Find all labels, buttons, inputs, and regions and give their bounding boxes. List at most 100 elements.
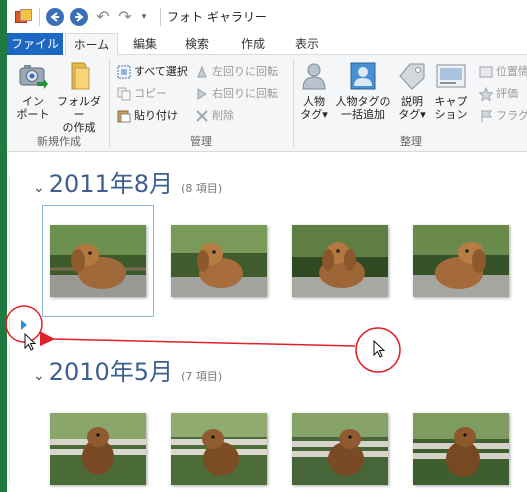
photo-thumbnail[interactable] bbox=[171, 413, 267, 485]
desc-tag-label-2: タグ▾ bbox=[398, 108, 426, 121]
window-title: フォト ギャラリー bbox=[167, 10, 267, 24]
tab-create[interactable]: 作成 bbox=[231, 33, 275, 55]
copy-label: コピー bbox=[134, 87, 167, 100]
group-title: 2011年8月 bbox=[48, 170, 174, 198]
people-tag-label-2: タグ▾ bbox=[300, 108, 328, 121]
dog-photo-image bbox=[50, 413, 146, 485]
batch-people-tag-button[interactable]: 人物タグの 一括追加 bbox=[335, 60, 391, 121]
import-label-2: ポート bbox=[16, 108, 50, 121]
group-label-new: 新規作成 bbox=[37, 135, 81, 148]
descriptive-tag-button[interactable]: 説明 タグ▾ bbox=[395, 60, 429, 121]
dog-photo-image bbox=[171, 413, 267, 485]
group-title: 2010年5月 bbox=[48, 358, 174, 386]
folder-icon bbox=[63, 60, 95, 92]
ribbon-tabs: ファイル ホーム 編集 検索 作成 表示 bbox=[7, 33, 527, 56]
select-all-icon bbox=[117, 65, 131, 79]
select-all-button[interactable]: すべて選択 bbox=[117, 63, 188, 81]
undo-icon[interactable]: ↶ bbox=[94, 7, 112, 26]
photo-thumbnail[interactable] bbox=[50, 413, 146, 485]
dog-photo-image bbox=[292, 225, 388, 297]
people-batch-icon bbox=[347, 60, 379, 92]
photo-thumbnail[interactable] bbox=[171, 225, 267, 297]
rotate-left-label: 左回りに回転 bbox=[212, 65, 278, 78]
rating-label: 評価 bbox=[496, 87, 518, 100]
title-separator-2 bbox=[160, 7, 161, 26]
redo-icon[interactable]: ↷ bbox=[116, 7, 134, 26]
import-button[interactable]: イン ポート bbox=[13, 60, 53, 121]
photo-gallery-app-icon bbox=[15, 8, 33, 25]
group-label-organize: 整理 bbox=[400, 135, 422, 148]
new-folder-button[interactable]: フォルダー の作成 bbox=[55, 60, 103, 134]
dog-photo-image bbox=[50, 225, 146, 297]
group-separator bbox=[293, 59, 294, 147]
dog-photo-image bbox=[413, 225, 509, 297]
dog-photo-image bbox=[171, 225, 267, 297]
rotate-left-button[interactable]: 左回りに回転 bbox=[195, 63, 278, 81]
rotate-left-icon bbox=[195, 65, 209, 79]
forward-arrow-icon[interactable] bbox=[70, 7, 88, 26]
people-tag-label-1: 人物 bbox=[303, 95, 325, 108]
paste-label: 貼り付け bbox=[134, 109, 178, 122]
title-bar: ↶ ↷ ▾ フォト ギャラリー bbox=[7, 0, 527, 33]
group-header-2011-08[interactable]: ⌄ 2011年8月 (8 項目) bbox=[33, 164, 222, 199]
folder-label-1: フォルダー bbox=[57, 95, 101, 121]
batch-people-label-1: 人物タグの bbox=[335, 95, 391, 108]
copy-button[interactable]: コピー bbox=[117, 85, 167, 103]
people-tag-button[interactable]: 人物 タグ▾ bbox=[297, 60, 331, 121]
delete-label: 削除 bbox=[212, 109, 234, 122]
chevron-down-icon[interactable]: ⌄ bbox=[33, 368, 45, 384]
select-all-label: すべて選択 bbox=[134, 65, 188, 78]
dog-photo-image bbox=[413, 413, 509, 485]
location-icon bbox=[479, 65, 493, 79]
group-header-2010-05[interactable]: ⌄ 2010年5月 (7 項目) bbox=[33, 352, 222, 387]
photo-thumbnail[interactable] bbox=[50, 225, 146, 297]
group-item-count: (8 項目) bbox=[181, 182, 223, 195]
tab-file[interactable]: ファイル bbox=[7, 33, 63, 55]
group-item-count: (7 項目) bbox=[181, 370, 223, 383]
photo-thumbnail[interactable] bbox=[413, 225, 509, 297]
rating-button[interactable]: 評価 bbox=[478, 85, 518, 103]
group-tree-line bbox=[9, 175, 10, 485]
flag-label: フラグ bbox=[496, 109, 527, 122]
ribbon-home: イン ポート フォルダー の作成 新規作成 すべて選択 コピー 貼り付け 左回り… bbox=[7, 55, 527, 152]
person-icon bbox=[298, 60, 330, 92]
tab-edit[interactable]: 編集 bbox=[125, 33, 165, 55]
chevron-down-icon[interactable]: ⌄ bbox=[33, 180, 45, 196]
paste-button[interactable]: 貼り付け bbox=[117, 107, 178, 125]
rotate-right-label: 右回りに回転 bbox=[212, 87, 278, 100]
title-separator bbox=[39, 7, 40, 26]
tab-find[interactable]: 検索 bbox=[175, 33, 219, 55]
location-button[interactable]: 位置情 bbox=[479, 63, 527, 81]
photo-thumbnail[interactable] bbox=[413, 413, 509, 485]
tag-icon bbox=[396, 60, 428, 92]
group-separator bbox=[109, 59, 110, 147]
back-arrow-icon[interactable] bbox=[46, 7, 64, 26]
photo-thumbnail[interactable] bbox=[292, 413, 388, 485]
photo-thumbnail[interactable] bbox=[292, 225, 388, 297]
star-icon bbox=[478, 86, 494, 102]
flag-icon bbox=[479, 109, 493, 123]
delete-button[interactable]: 削除 bbox=[195, 107, 234, 125]
tab-view[interactable]: 表示 bbox=[285, 33, 329, 55]
caption-label-2: ション bbox=[434, 108, 468, 121]
group-label-manage: 管理 bbox=[190, 135, 212, 148]
window-left-edge bbox=[0, 0, 7, 492]
copy-icon bbox=[117, 87, 131, 101]
rotate-right-icon bbox=[195, 87, 209, 101]
import-label-1: イン bbox=[22, 95, 44, 108]
camera-import-icon bbox=[17, 60, 49, 92]
delete-x-icon bbox=[195, 109, 209, 123]
location-label: 位置情 bbox=[496, 65, 527, 78]
paste-icon bbox=[117, 109, 131, 123]
caption-icon bbox=[435, 60, 467, 92]
dog-photo-image bbox=[292, 413, 388, 485]
flag-button[interactable]: フラグ bbox=[479, 107, 527, 125]
tab-home[interactable]: ホーム bbox=[65, 33, 118, 56]
rotate-right-button[interactable]: 右回りに回転 bbox=[195, 85, 278, 103]
expand-triangle-icon[interactable] bbox=[21, 320, 27, 330]
desc-tag-label-1: 説明 bbox=[401, 95, 423, 108]
caption-label-1: キャプ bbox=[434, 95, 468, 108]
caption-button[interactable]: キャプ ション bbox=[433, 60, 469, 121]
quick-access-dropdown-icon[interactable]: ▾ bbox=[138, 8, 150, 26]
batch-people-label-2: 一括追加 bbox=[341, 108, 385, 121]
